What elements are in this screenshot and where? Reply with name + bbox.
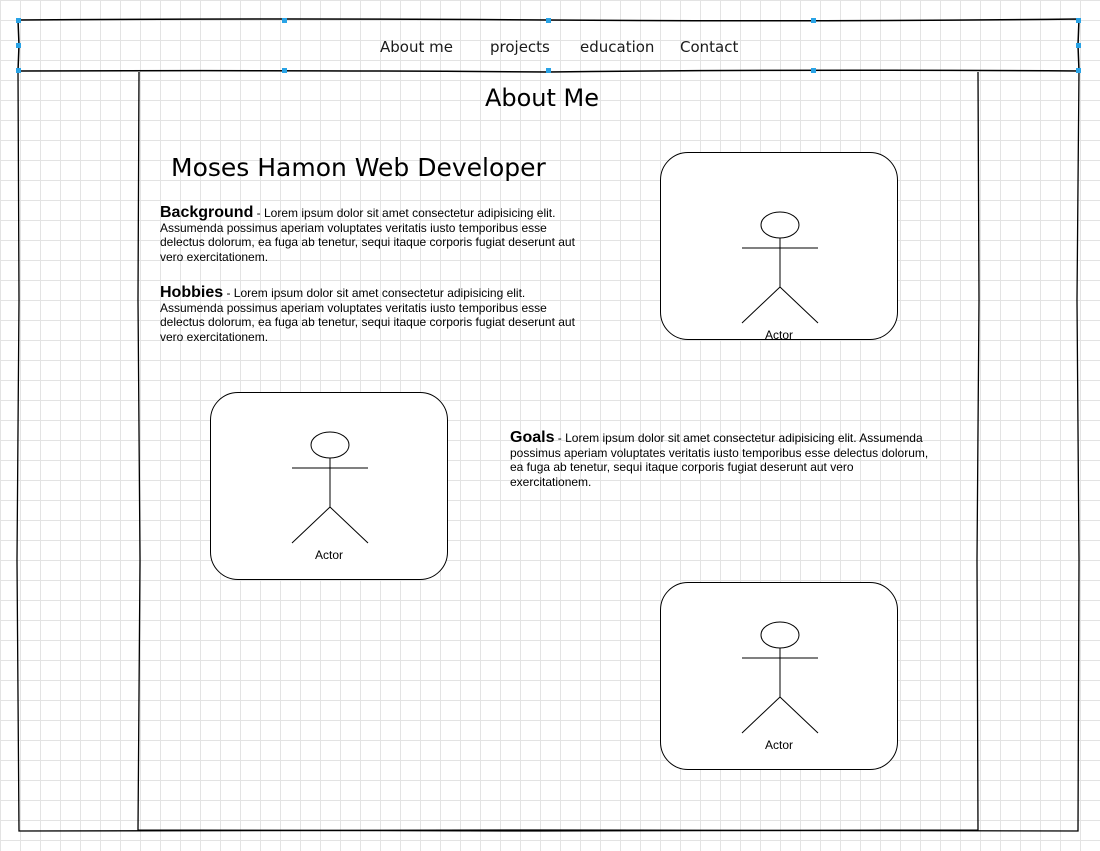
nav-education[interactable]: education — [580, 38, 654, 56]
image-placeholder-1[interactable]: Actor — [660, 152, 898, 342]
goals-section: Goals - Lorem ipsum dolor sit amet conse… — [510, 429, 935, 489]
image-placeholder-2[interactable]: Actor — [210, 392, 448, 580]
actor-caption: Actor — [764, 738, 793, 752]
nav-contact[interactable]: Contact — [680, 38, 738, 56]
actor-icon — [291, 431, 369, 544]
wireframe-frames — [16, 18, 1081, 832]
goals-heading: Goals — [510, 429, 555, 446]
page-title: About Me — [484, 84, 600, 112]
actor-icon — [741, 621, 819, 734]
image-placeholder-3[interactable]: Actor — [660, 582, 898, 770]
actor-caption: Actor — [314, 548, 343, 562]
nav-projects[interactable]: projects — [490, 38, 550, 56]
goals-text: - Lorem ipsum dolor sit amet consectetur… — [510, 431, 929, 489]
nav-about-me[interactable]: About me — [380, 38, 453, 56]
actor-icon — [741, 211, 819, 324]
hero-title: Moses Hamon Web Developer — [171, 153, 546, 182]
background-heading: Background — [160, 204, 254, 221]
hobbies-text: - Lorem ipsum dolor sit amet consectetur… — [160, 286, 575, 344]
hobbies-heading: Hobbies — [160, 284, 224, 301]
actor-caption: Actor — [764, 328, 793, 342]
background-section: Background - Lorem ipsum dolor sit amet … — [160, 204, 580, 264]
hobbies-section: Hobbies - Lorem ipsum dolor sit amet con… — [160, 284, 580, 344]
